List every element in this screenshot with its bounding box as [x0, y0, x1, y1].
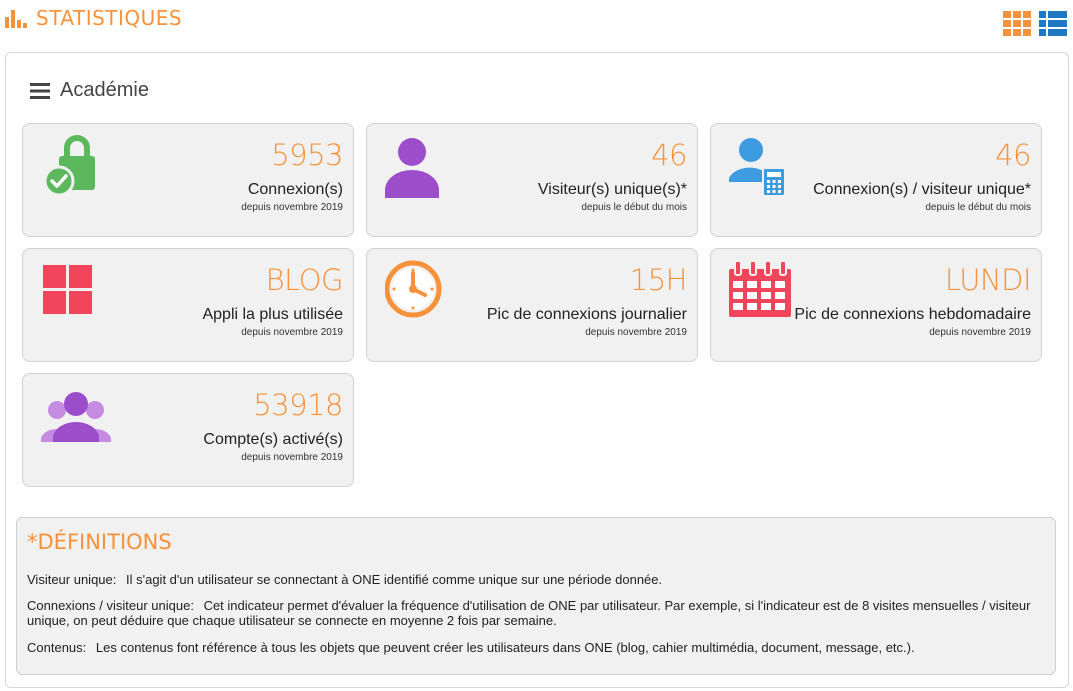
- definitions-box: *DÉFINITIONS Visiteur unique: Il s'agit …: [16, 517, 1056, 675]
- list-view-icon[interactable]: [1039, 11, 1067, 37]
- card-connexions[interactable]: 5953 Connexion(s) depuis novembre 2019: [22, 123, 354, 237]
- page-header: STATISTIQUES: [4, 6, 182, 30]
- card-label: Connexion(s): [247, 181, 343, 198]
- card-subtitle: depuis novembre 2019: [585, 327, 687, 338]
- hamburger-icon[interactable]: [30, 82, 50, 100]
- card-label: Pic de connexions journalier: [486, 306, 687, 323]
- card-connexions-par-visiteur[interactable]: 46 Connexion(s) / visiteur unique* depui…: [710, 123, 1042, 237]
- card-value: 53918: [253, 388, 343, 422]
- users-group-icon: [41, 392, 111, 442]
- card-value: LUNDI: [944, 263, 1032, 297]
- app-grid-icon: [43, 265, 92, 314]
- top-bar: STATISTIQUES: [0, 0, 1073, 44]
- calendar-icon: [729, 260, 791, 317]
- bar-chart-icon: [5, 10, 27, 28]
- card-pic-hebdomadaire[interactable]: LUNDI Pic de connexions hebdomadaire dep…: [710, 248, 1042, 362]
- card-subtitle: depuis novembre 2019: [241, 452, 343, 463]
- card-subtitle: depuis le début du mois: [925, 202, 1031, 213]
- card-value: 46: [995, 138, 1031, 172]
- card-label: Appli la plus utilisée: [202, 306, 343, 323]
- card-pic-journalier[interactable]: 15H Pic de connexions journalier depuis …: [366, 248, 698, 362]
- card-comptes-actives[interactable]: 53918 Compte(s) activé(s) depuis novembr…: [22, 373, 354, 487]
- section-title: Académie: [60, 79, 149, 101]
- card-label: Compte(s) activé(s): [203, 431, 343, 448]
- lock-check-icon: [43, 135, 95, 197]
- definition-term: Connexions / visiteur unique:: [27, 598, 194, 613]
- card-visiteurs-uniques[interactable]: 46 Visiteur(s) unique(s)* depuis le débu…: [366, 123, 698, 237]
- definition-contenus: Contenus: Les contenus font référence à …: [27, 640, 1037, 655]
- card-subtitle: depuis le début du mois: [581, 202, 687, 213]
- card-label: Pic de connexions hebdomadaire: [794, 306, 1031, 323]
- definition-connexions-visiteur: Connexions / visiteur unique: Cet indica…: [27, 598, 1037, 628]
- card-subtitle: depuis novembre 2019: [929, 327, 1031, 338]
- card-subtitle: depuis novembre 2019: [241, 202, 343, 213]
- section-header[interactable]: Académie: [30, 79, 149, 102]
- card-label: Visiteur(s) unique(s)*: [537, 181, 687, 198]
- definition-term: Contenus:: [27, 640, 87, 655]
- card-label: Connexion(s) / visiteur unique*: [813, 181, 1031, 198]
- card-appli-plus-utilisee[interactable]: BLOG Appli la plus utilisée depuis novem…: [22, 248, 354, 362]
- definition-term: Visiteur unique:: [27, 572, 117, 587]
- definitions-title: *DÉFINITIONS: [27, 530, 172, 554]
- stats-panel: Académie 5953 Connexion(s) depuis novemb…: [5, 52, 1069, 688]
- definition-visiteur-unique: Visiteur unique: Il s'agit d'un utilisat…: [27, 572, 1037, 587]
- card-value: BLOG: [265, 263, 344, 297]
- grid-view-icon[interactable]: [1003, 11, 1031, 37]
- card-value: 5953: [271, 138, 343, 172]
- view-toggle: [1003, 11, 1067, 37]
- card-value: 46: [651, 138, 687, 172]
- page-title: STATISTIQUES: [36, 6, 183, 30]
- card-subtitle: depuis novembre 2019: [241, 327, 343, 338]
- definition-text: Il s'agit d'un utilisateur se connectant…: [126, 572, 663, 587]
- definition-text: Les contenus font référence à tous les o…: [95, 640, 915, 655]
- user-calculator-icon: [729, 138, 786, 197]
- card-value: 15H: [629, 263, 688, 297]
- user-icon: [385, 138, 439, 198]
- clock-icon: [385, 260, 442, 318]
